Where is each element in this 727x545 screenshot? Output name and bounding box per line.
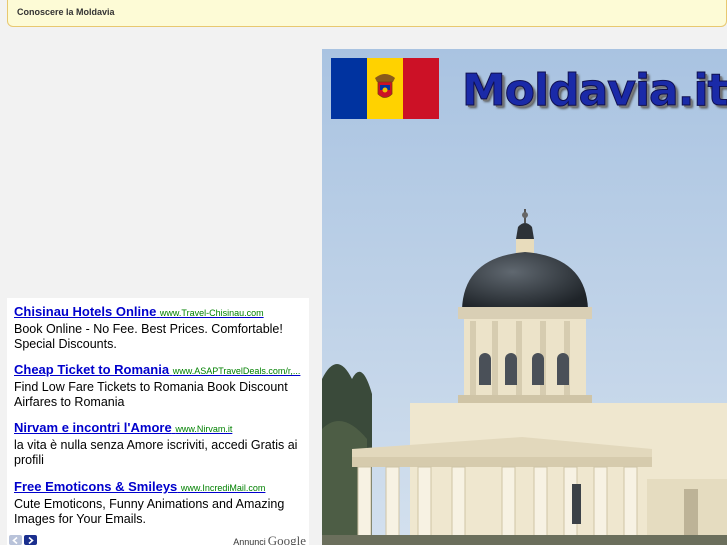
ad-title-link[interactable]: Free Emoticons & Smileys www.IncrediMail… xyxy=(14,479,306,494)
ad-description: Book Online - No Fee. Best Prices. Comfo… xyxy=(14,322,283,351)
ads-by-google[interactable]: Annunci Google xyxy=(233,533,306,545)
ad-title[interactable]: Cheap Ticket to Romania xyxy=(14,362,169,377)
cathedral-photo xyxy=(322,49,727,545)
ad-description: Find Low Fare Tickets to Romania Book Di… xyxy=(14,380,288,409)
site-logo[interactable]: Moldavia.it xyxy=(462,65,727,117)
ad-pager xyxy=(9,535,37,545)
coat-of-arms-icon xyxy=(375,74,395,98)
ad-item[interactable]: Nirvam e incontri l'Amore www.Nirvam.it … xyxy=(14,420,306,468)
google-logo[interactable]: Google xyxy=(268,533,306,545)
ad-title[interactable]: Nirvam e incontri l'Amore xyxy=(14,420,172,435)
ad-url[interactable]: www.ASAPTravelDeals.com/r,... xyxy=(173,366,301,376)
ad-item[interactable]: Chisinau Hotels Online www.Travel-Chisin… xyxy=(14,304,306,352)
ad-next-button[interactable] xyxy=(24,535,37,545)
ad-title-link[interactable]: Cheap Ticket to Romania www.ASAPTravelDe… xyxy=(14,362,306,377)
ad-title-link[interactable]: Chisinau Hotels Online www.Travel-Chisin… xyxy=(14,304,306,319)
page: Conoscere la Moldavia Chisinau Hotels On… xyxy=(0,0,727,545)
ad-url[interactable]: www.Travel-Chisinau.com xyxy=(160,308,264,318)
ads-label[interactable]: Annunci xyxy=(233,537,266,545)
moldova-flag xyxy=(331,58,439,119)
ad-item[interactable]: Free Emoticons & Smileys www.IncrediMail… xyxy=(14,479,306,527)
ad-prev-button[interactable] xyxy=(9,535,22,545)
chevron-right-icon xyxy=(28,536,34,544)
header-bar: Conoscere la Moldavia xyxy=(7,0,727,27)
hero-banner: Moldavia.it xyxy=(322,49,727,545)
page-title: Conoscere la Moldavia xyxy=(17,7,115,17)
ad-title-link[interactable]: Nirvam e incontri l'Amore www.Nirvam.it xyxy=(14,420,306,435)
ad-item[interactable]: Cheap Ticket to Romania www.ASAPTravelDe… xyxy=(14,362,306,410)
ad-title[interactable]: Free Emoticons & Smileys xyxy=(14,479,177,494)
chevron-left-icon xyxy=(12,536,18,544)
ad-url[interactable]: www.Nirvam.it xyxy=(175,424,232,434)
ad-url[interactable]: www.IncrediMail.com xyxy=(181,483,266,493)
ad-description: Cute Emoticons, Funny Animations and Ama… xyxy=(14,497,285,526)
ad-block: Chisinau Hotels Online www.Travel-Chisin… xyxy=(7,298,309,545)
ad-title[interactable]: Chisinau Hotels Online xyxy=(14,304,156,319)
ad-description: la vita è nulla senza Amore iscriviti, a… xyxy=(14,438,298,467)
